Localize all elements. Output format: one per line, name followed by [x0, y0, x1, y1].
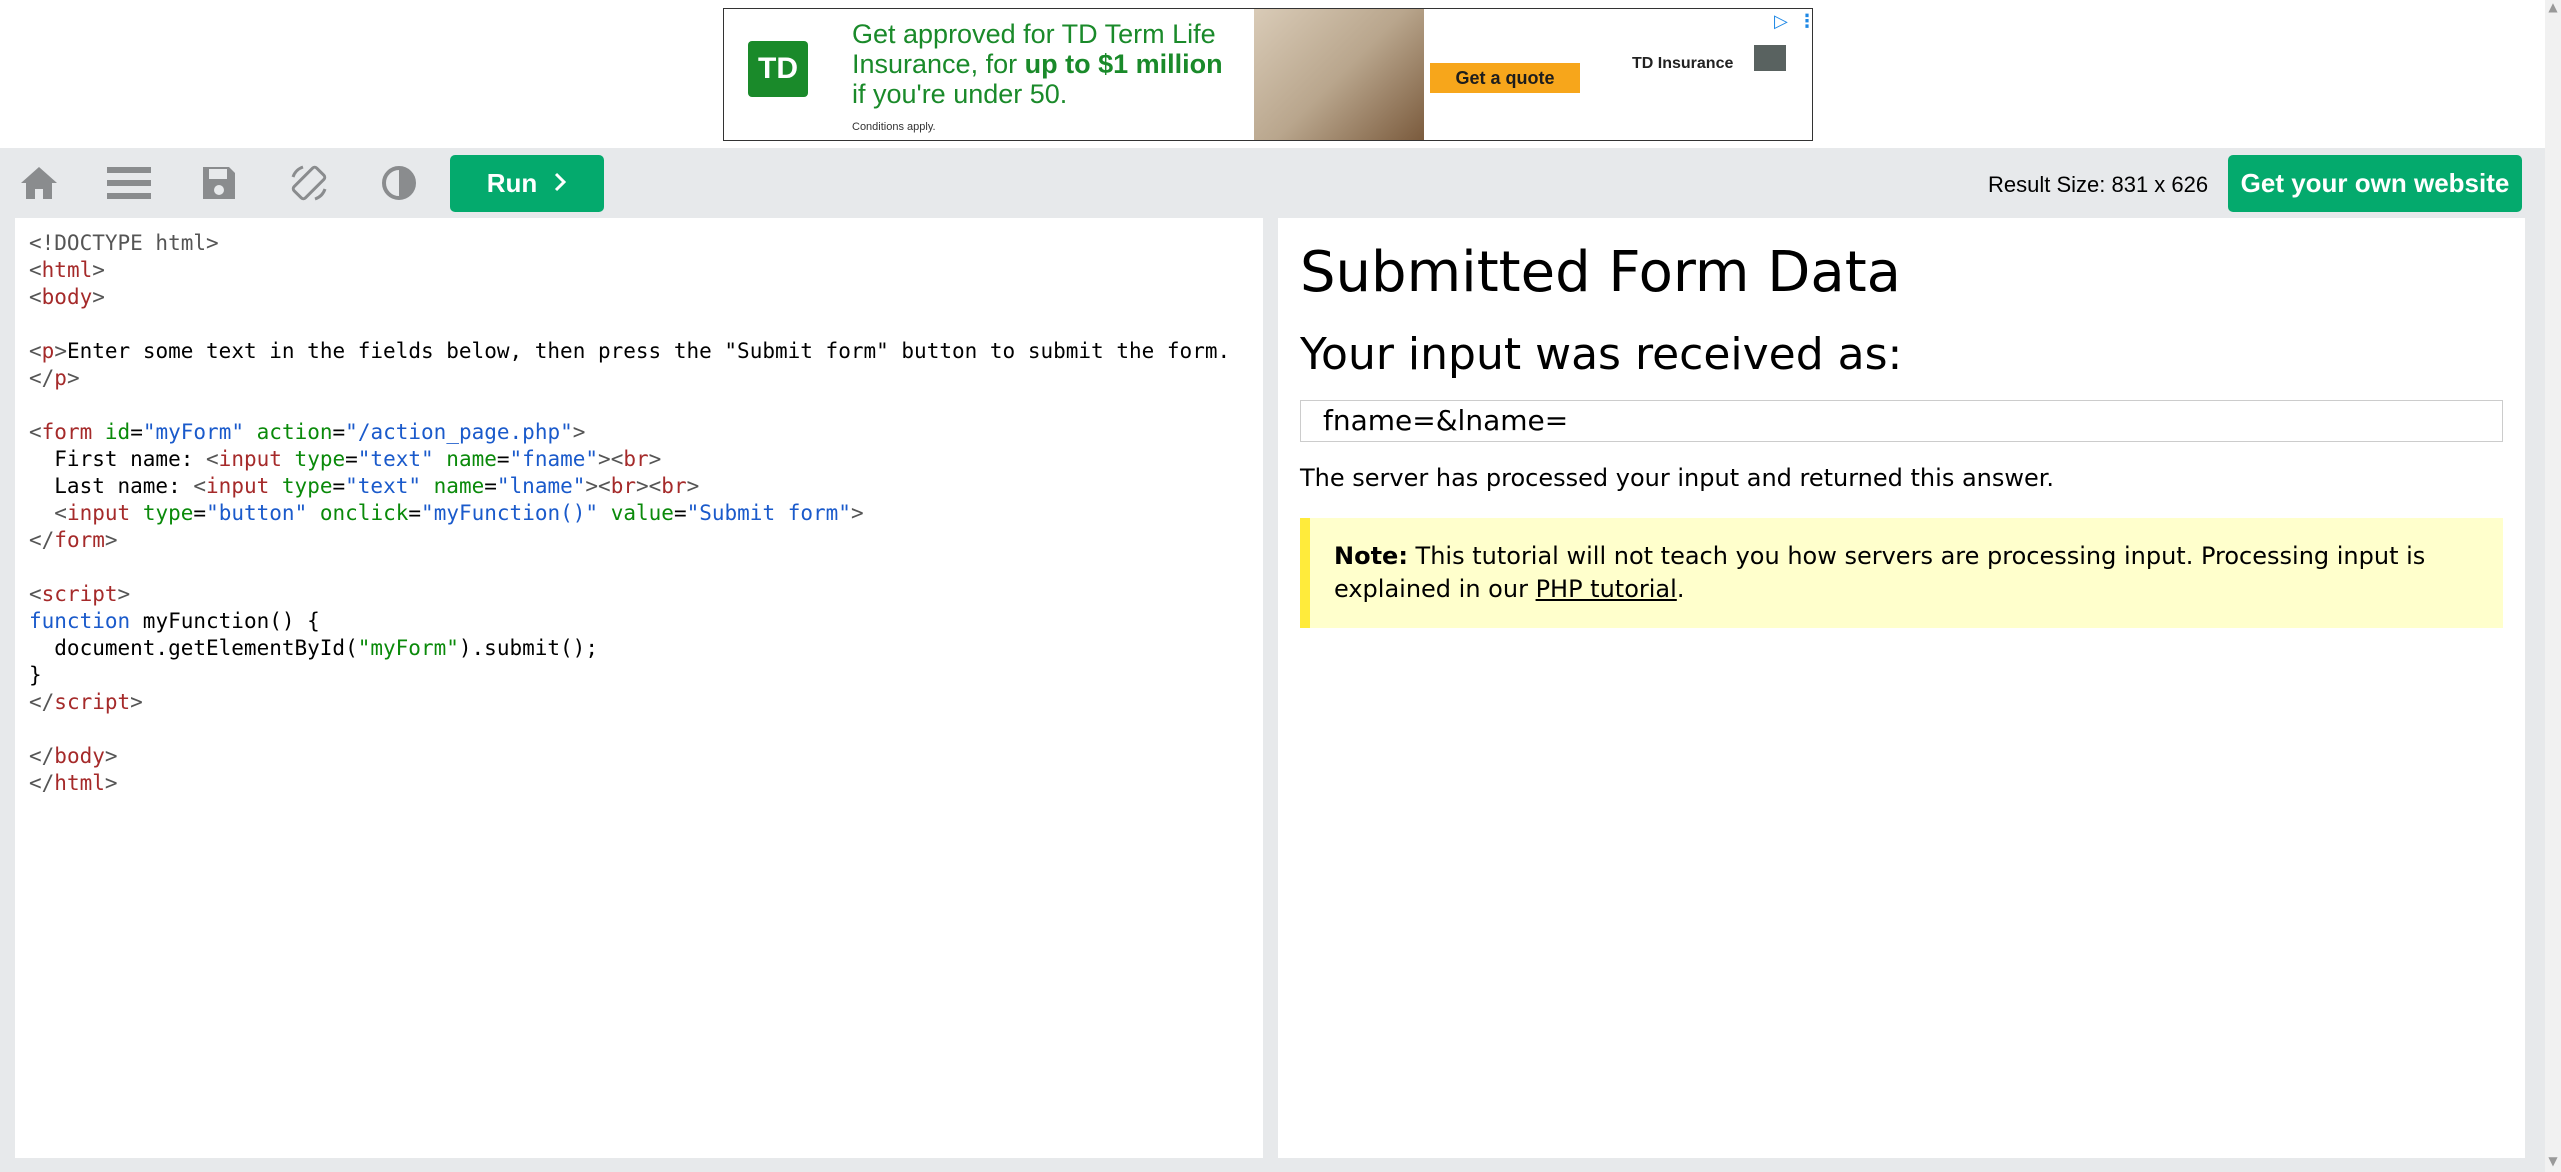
rotate-icon[interactable]: [286, 160, 332, 206]
adchoices-icon[interactable]: ▷: [1774, 11, 1788, 32]
page-scrollbar[interactable]: [2545, 0, 2561, 1172]
code-content[interactable]: <!DOCTYPE html> <html> <body> <p>Enter s…: [29, 230, 1249, 797]
scroll-up-icon[interactable]: ▲: [2545, 0, 2561, 16]
result-size-label: Result Size: 831 x 626: [1988, 172, 2209, 197]
note-label: Note:: [1334, 542, 1408, 570]
result-panel: Submitted Form Data Your input was recei…: [1278, 218, 2525, 1158]
answer-text: The server has processed your input and …: [1300, 464, 2055, 492]
ad-brand-icon: [1754, 45, 1786, 71]
php-tutorial-link[interactable]: PHP tutorial: [1536, 575, 1677, 603]
received-value-box: fname=&lname=: [1300, 400, 2503, 442]
code-editor[interactable]: <!DOCTYPE html> <html> <body> <p>Enter s…: [15, 218, 1263, 1158]
chevron-right-icon: [553, 168, 567, 199]
menu-icon[interactable]: [106, 160, 152, 206]
note-end: .: [1676, 575, 1685, 603]
ad-brand: TD Insurance: [1632, 55, 1734, 72]
note-box: Note: This tutorial will not teach you h…: [1300, 518, 2503, 628]
ad-menu-icon[interactable]: ⋮: [1798, 11, 1812, 32]
get-your-own-website-button[interactable]: Get your own website: [2228, 155, 2522, 212]
theme-toggle-icon[interactable]: [376, 160, 422, 206]
ad-headline-bold: up to $1 million: [1024, 49, 1223, 79]
ad-headline-line1: Get approved for TD Term Life: [852, 19, 1216, 49]
run-button-label: Run: [486, 168, 538, 198]
toolbar: Run Result Size: 831 x 626 Get your own …: [0, 148, 2545, 218]
ad-conditions: Conditions apply.: [852, 121, 936, 133]
save-icon[interactable]: [196, 160, 242, 206]
ad-headline: Get approved for TD Term Life Insurance,…: [852, 19, 1272, 109]
run-button[interactable]: Run: [450, 155, 604, 212]
get-a-quote-button[interactable]: Get a quote: [1430, 63, 1580, 93]
result-subtitle: Your input was received as:: [1300, 329, 1903, 380]
result-title: Submitted Form Data: [1300, 240, 1901, 305]
ad-banner[interactable]: TD Get approved for TD Term Life Insuran…: [723, 8, 1813, 141]
home-icon[interactable]: [16, 160, 62, 206]
scroll-down-icon[interactable]: ▼: [2545, 1154, 2561, 1170]
ad-photo: [1254, 9, 1424, 140]
ad-headline-line3: if you're under 50.: [852, 79, 1068, 109]
note-text: This tutorial will not teach you how ser…: [1334, 542, 2426, 603]
td-logo: TD: [748, 41, 808, 97]
ad-headline-line2: Insurance, for: [852, 49, 1025, 79]
